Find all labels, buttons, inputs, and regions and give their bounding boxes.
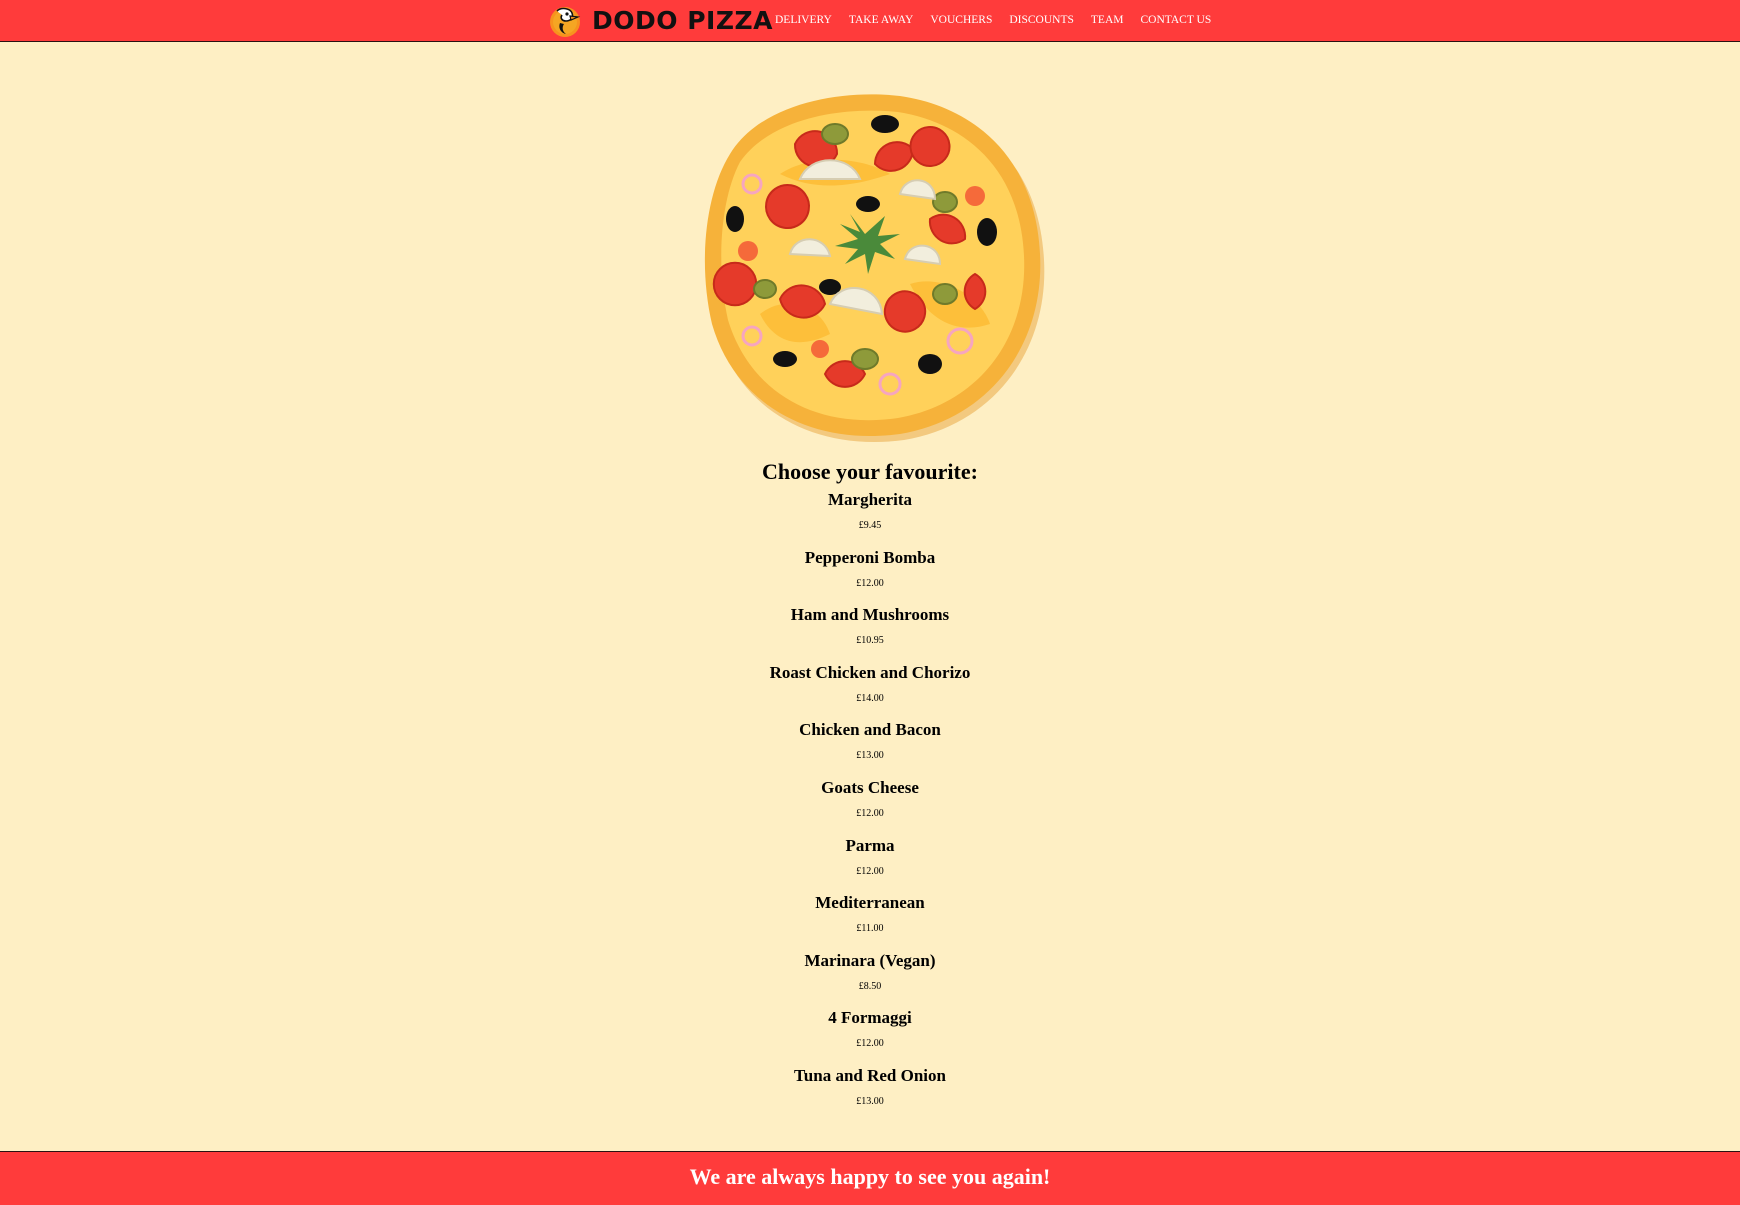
pizza-illustration xyxy=(704,94,1045,443)
nav-item-team[interactable]: TEAM xyxy=(1091,14,1124,26)
site-footer: We are always happy to see you again! xyxy=(0,1151,1740,1205)
menu-item-price: £8.50 xyxy=(858,980,882,992)
footer-message: We are always happy to see you again! xyxy=(689,1163,1051,1189)
nav-item-take-away[interactable]: TAKE AWAY xyxy=(849,14,914,26)
menu-item-price: £11.00 xyxy=(856,923,884,935)
menu-list: Margherita £9.45 Pepperoni Bomba £12.00 … xyxy=(0,489,1740,1123)
brand-name: DODO PIZZA xyxy=(592,6,773,35)
menu-item-name: Ham and Mushrooms xyxy=(790,605,950,625)
menu-item-price: £9.45 xyxy=(858,520,882,531)
menu-item-name: Roast Chicken and Chorizo xyxy=(769,662,971,682)
menu-item[interactable]: Chicken and Bacon £13.00 xyxy=(0,719,1740,777)
menu-title: Choose your favourite: xyxy=(762,459,978,484)
menu-item[interactable]: Marinara (Vegan) £8.50 xyxy=(0,950,1740,1008)
menu-item[interactable]: Mediterranean £11.00 xyxy=(0,892,1740,950)
menu-item-price: £12.00 xyxy=(856,1038,884,1050)
menu-item-price: £10.95 xyxy=(856,635,884,647)
nav-item-contact-us[interactable]: CONTACT US xyxy=(1140,14,1211,26)
menu-item[interactable]: Tuna and Red Onion £13.00 xyxy=(0,1065,1740,1123)
menu-item[interactable]: Goats Cheese £12.00 xyxy=(0,777,1740,835)
menu-item[interactable]: Ham and Mushrooms £10.95 xyxy=(0,604,1740,662)
dodo-bird-icon xyxy=(550,7,581,37)
menu-item-name: Goats Cheese xyxy=(821,777,919,797)
menu-item[interactable]: 4 Formaggi £12.00 xyxy=(0,1007,1740,1065)
menu-item-name: Tuna and Red Onion xyxy=(794,1065,946,1085)
brand-logo[interactable]: DODO PIZZA xyxy=(548,4,773,38)
site-header: DODO PIZZA DELIVERY TAKE AWAY VOUCHERS D… xyxy=(0,0,1740,42)
menu-item[interactable]: Roast Chicken and Chorizo £14.00 xyxy=(0,662,1740,720)
menu-item[interactable]: Margherita £9.45 xyxy=(0,489,1740,547)
menu-item-price: £12.00 xyxy=(856,865,884,877)
menu-item-name: 4 Formaggi xyxy=(828,1008,912,1028)
menu-item-price: £13.00 xyxy=(856,750,884,762)
main-nav: DELIVERY TAKE AWAY VOUCHERS DISCOUNTS TE… xyxy=(775,0,1228,40)
menu-item-price: £12.00 xyxy=(856,577,884,589)
nav-item-vouchers[interactable]: VOUCHERS xyxy=(930,14,992,26)
menu-item-price: £13.00 xyxy=(856,1095,884,1107)
menu-item[interactable]: Pepperoni Bomba £12.00 xyxy=(0,547,1740,605)
menu-item[interactable]: Parma £12.00 xyxy=(0,835,1740,893)
menu-item-name: Margherita xyxy=(827,490,913,509)
nav-item-discounts[interactable]: DISCOUNTS xyxy=(1009,14,1074,26)
menu-item-price: £12.00 xyxy=(856,807,884,819)
nav-item-delivery[interactable]: DELIVERY xyxy=(775,14,832,26)
menu-item-name: Chicken and Bacon xyxy=(799,720,941,740)
pizza-menu: Choose your favourite: Margherita £9.45 … xyxy=(0,455,1740,1123)
menu-item-name: Parma xyxy=(845,835,895,855)
menu-item-name: Marinara (Vegan) xyxy=(804,950,936,970)
menu-item-name: Mediterranean xyxy=(815,893,925,913)
menu-item-price: £14.00 xyxy=(856,692,884,704)
menu-item-name: Pepperoni Bomba xyxy=(804,547,936,567)
